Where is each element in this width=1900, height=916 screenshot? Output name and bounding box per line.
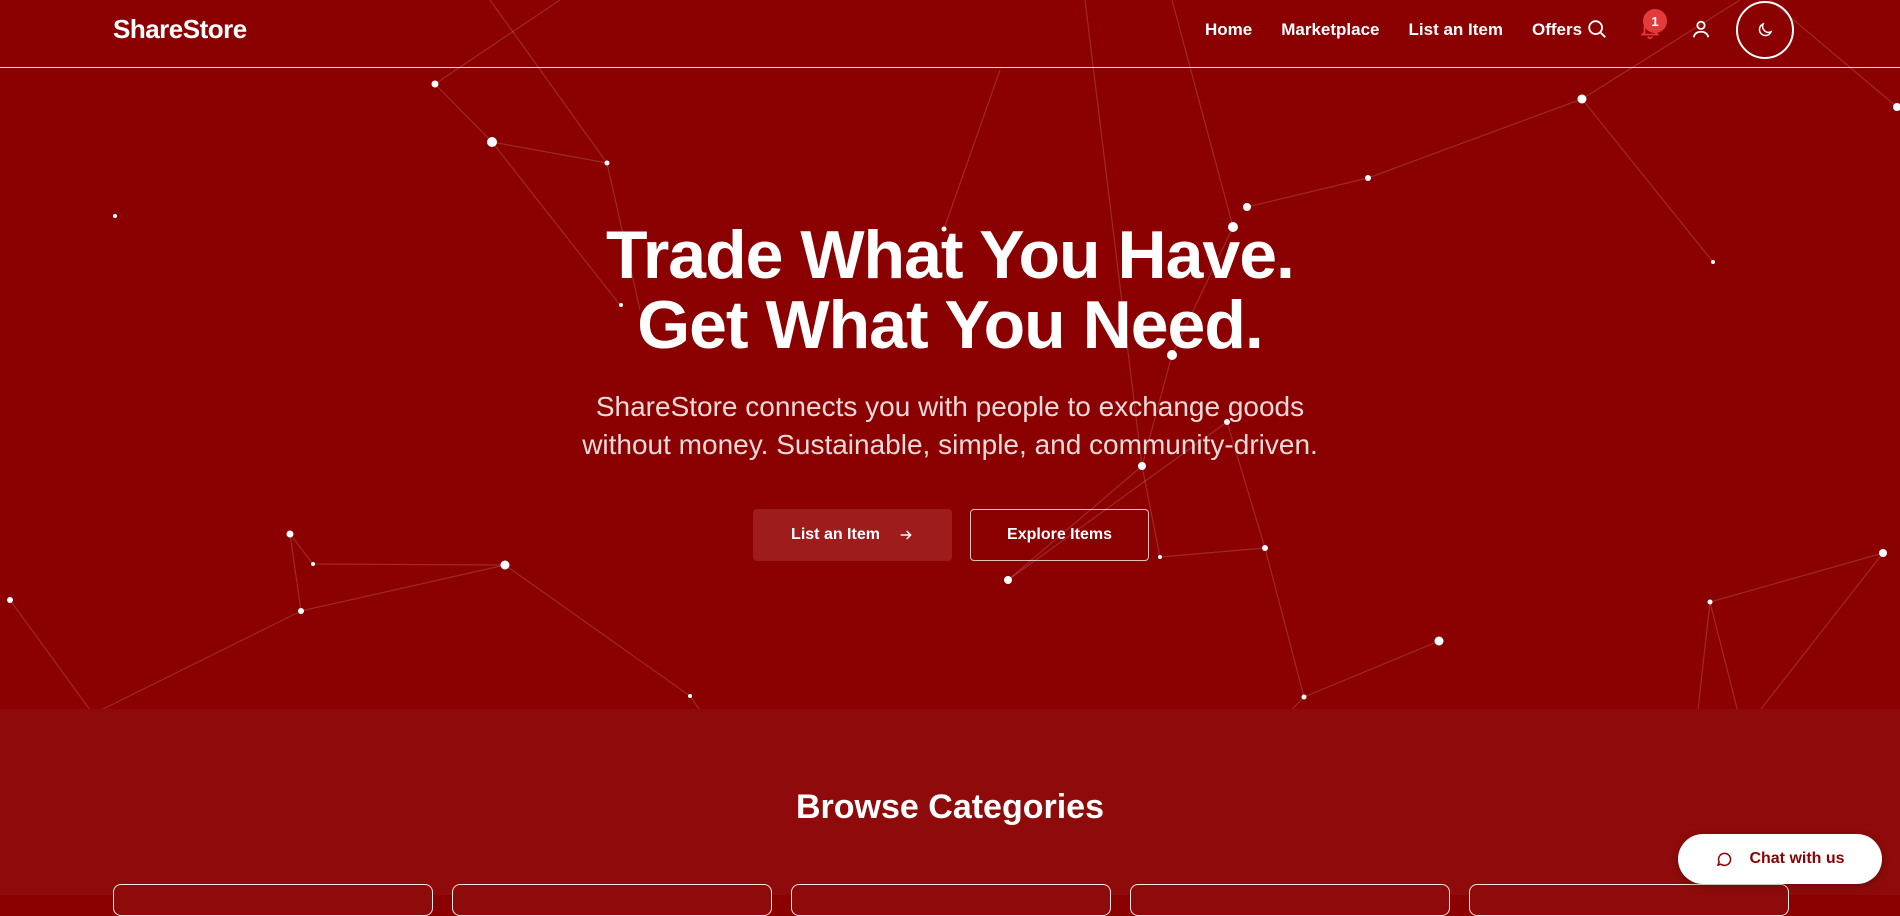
user-icon[interactable] xyxy=(1687,15,1715,43)
category-card[interactable] xyxy=(1130,884,1450,916)
category-card[interactable] xyxy=(452,884,772,916)
category-card[interactable] xyxy=(113,884,433,916)
brand-logo[interactable]: ShareStore xyxy=(113,14,247,45)
nav-links: Home Marketplace List an Item Offers xyxy=(1205,20,1582,40)
theme-toggle-button[interactable] xyxy=(1736,1,1794,59)
category-card[interactable] xyxy=(1469,884,1789,916)
chat-bubble-icon xyxy=(1717,852,1732,867)
categories-section: Browse Categories xyxy=(0,709,1900,895)
nav-link-home[interactable]: Home xyxy=(1205,20,1252,40)
chat-label: Chat with us xyxy=(1749,850,1845,867)
hero-subtitle-line1: ShareStore connects you with people to e… xyxy=(595,391,1305,422)
hero-title-line1: Trade What You Have. xyxy=(606,217,1295,293)
list-item-button-label: List an Item xyxy=(791,526,880,543)
notification-badge: 1 xyxy=(1643,9,1667,33)
arrow-right-icon xyxy=(900,530,912,540)
search-icon[interactable] xyxy=(1583,15,1611,43)
nav-link-list-item[interactable]: List an Item xyxy=(1409,20,1503,40)
hero-title: Trade What You Have. Get What You Need. xyxy=(0,220,1900,360)
hero-subtitle-line2: without money. Sustainable, simple, and … xyxy=(582,429,1318,460)
chat-with-us-button[interactable]: Chat with us xyxy=(1678,834,1882,884)
top-navbar: ShareStore Home Marketplace List an Item… xyxy=(0,0,1900,68)
category-card[interactable] xyxy=(791,884,1111,916)
list-item-button[interactable]: List an Item xyxy=(753,509,952,561)
nav-link-offers[interactable]: Offers xyxy=(1532,20,1582,40)
hero-subtitle: ShareStore connects you with people to e… xyxy=(0,388,1900,464)
hero-title-line2: Get What You Need. xyxy=(637,287,1264,363)
nav-link-marketplace[interactable]: Marketplace xyxy=(1281,20,1379,40)
explore-items-button-label: Explore Items xyxy=(1007,526,1112,543)
explore-items-button[interactable]: Explore Items xyxy=(970,509,1149,561)
moon-icon xyxy=(1758,22,1773,37)
categories-title: Browse Categories xyxy=(796,788,1104,826)
